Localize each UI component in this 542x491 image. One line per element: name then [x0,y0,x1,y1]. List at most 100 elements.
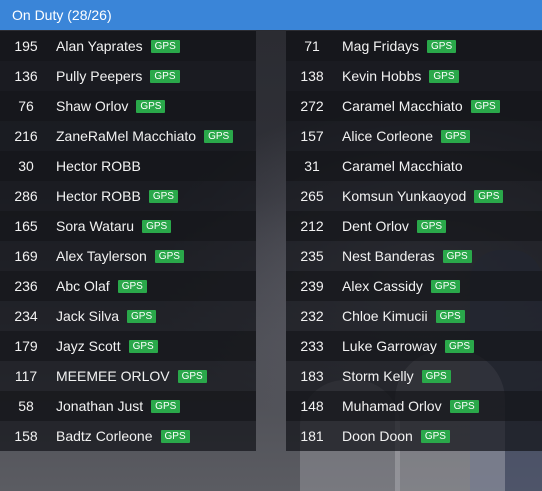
officer-name: Storm Kelly [342,368,414,384]
gps-badge[interactable]: GPS [136,99,166,113]
officer-id: 232 [300,308,324,324]
officer-name: Sora Wataru [56,218,135,234]
officer-name: Jonathan Just [56,398,144,414]
gps-badge[interactable]: GPS [148,189,178,203]
officer-id: 179 [14,338,38,354]
officer-name: Alan Yaprates [56,38,143,54]
officer-id: 31 [304,158,320,174]
officer-id: 195 [14,38,38,54]
officer-name: Nest Banderas [342,248,435,264]
officer-id: 30 [18,158,34,174]
officer-id: 265 [300,188,324,204]
gps-badge[interactable]: GPS [154,249,184,263]
officer-id: 138 [300,68,324,84]
officer-row: 136 Pully Peepers GPS [0,61,256,91]
officer-id: 236 [14,278,38,294]
officer-name: Doon Doon [342,428,413,444]
gps-badge[interactable]: GPS [117,279,147,293]
gps-badge[interactable]: GPS [441,129,471,143]
on-duty-panel: On Duty (28/26) 195 Alan Yaprates GPS 136 Pu… [0,0,542,491]
gps-badge[interactable]: GPS [430,279,461,293]
officer-name: Badtz Corleone [56,428,153,444]
officer-id: 157 [300,128,324,144]
gps-badge[interactable]: GPS [427,39,457,53]
officer-name: Komsun Yunkaoyod [342,188,467,204]
officer-id: 272 [300,98,324,114]
officer-row: 158 Badtz Corleone GPS [0,421,256,451]
officer-row: 58 Jonathan Just GPS [0,391,256,421]
officer-id: 235 [300,248,324,264]
gps-badge[interactable]: GPS [204,129,234,143]
officer-id: 239 [300,278,324,294]
officer-name: Hector ROBB [56,158,141,174]
officer-id: 286 [14,188,38,204]
gps-badge[interactable]: GPS [429,69,459,83]
gps-badge[interactable]: GPS [150,69,180,83]
officer-name: Hector ROBB [56,188,141,204]
officer-name: Mag Fridays [342,38,420,54]
gps-badge[interactable]: GPS [420,429,450,443]
gps-badge[interactable]: GPS [142,219,172,233]
officer-id: 58 [18,398,34,414]
officer-id: 117 [14,368,38,384]
officer-id: 165 [14,218,38,234]
officer-name: Jack Silva [56,308,120,324]
panel-title: On Duty (28/26) [12,7,112,23]
officer-id: 183 [300,368,324,384]
gps-badge[interactable]: GPS [128,339,158,353]
officer-name: Shaw Orlov [56,98,129,114]
gps-badge[interactable]: GPS [416,219,447,233]
officer-id: 212 [300,218,324,234]
officer-row: 148 Muhamad Orlov GPS [286,391,542,421]
gps-badge[interactable]: GPS [150,39,180,53]
gps-badge[interactable]: GPS [449,399,479,413]
gps-badge[interactable]: GPS [474,189,504,203]
officer-id: 169 [14,248,38,264]
gps-badge[interactable]: GPS [470,99,500,113]
gps-badge[interactable]: GPS [435,309,465,323]
officer-row: 235 Nest Banderas GPS [286,241,542,271]
officer-row: 165 Sora Wataru GPS [0,211,256,241]
gps-badge[interactable]: GPS [127,309,157,323]
officer-row: 265 Komsun Yunkaoyod GPS [286,181,542,211]
gps-badge[interactable]: GPS [151,399,181,413]
officer-name: MEEMEE ORLOV [56,368,170,384]
officer-row: 272 Caramel Macchiato GPS [286,91,542,121]
officer-name: Chloe Kimucii [342,308,428,324]
gps-badge[interactable]: GPS [444,339,475,353]
officer-name: Pully Peepers [56,68,143,84]
officer-name: Alex Taylerson [56,248,147,264]
officer-name: Caramel Macchiato [342,98,463,114]
officer-row: 216 ZaneRaMel Macchiato GPS [0,121,256,151]
gps-badge[interactable]: GPS [160,429,190,443]
officer-name: Caramel Macchiato [342,158,463,174]
officer-name: Alice Corleone [342,128,434,144]
officer-row: 195 Alan Yaprates GPS [0,31,256,61]
officer-row: 239 Alex Cassidy GPS [286,271,542,301]
officer-row: 31 Caramel Macchiato [286,151,542,181]
duty-list-right: 71 Mag Fridays GPS 138 Kevin Hobbs GPS 272 Cara… [286,31,542,451]
officer-id: 233 [300,338,324,354]
officer-id: 234 [14,308,38,324]
officer-name: Dent Orlov [342,218,409,234]
duty-list-left: 195 Alan Yaprates GPS 136 Pully Peepers GPS 76… [0,31,256,451]
officer-row: 183 Storm Kelly GPS [286,361,542,391]
officer-name: Alex Cassidy [342,278,423,294]
officer-row: 71 Mag Fridays GPS [286,31,542,61]
officer-row: 286 Hector ROBB GPS [0,181,256,211]
officer-name: ZaneRaMel Macchiato [56,128,197,144]
gps-badge[interactable]: GPS [177,369,207,383]
gps-badge[interactable]: GPS [442,249,472,263]
panel-header: On Duty (28/26) [0,0,542,30]
officer-id: 148 [300,398,324,414]
officer-row: 212 Dent Orlov GPS [286,211,542,241]
officer-row: 76 Shaw Orlov GPS [0,91,256,121]
gps-badge[interactable]: GPS [421,369,451,383]
officer-id: 71 [304,38,320,54]
officer-row: 236 Abc Olaf GPS [0,271,256,301]
officer-row: 157 Alice Corleone GPS [286,121,542,151]
officer-row: 234 Jack Silva GPS [0,301,256,331]
officer-id: 136 [14,68,38,84]
officer-row: 232 Chloe Kimucii GPS [286,301,542,331]
officer-id: 181 [300,428,324,444]
